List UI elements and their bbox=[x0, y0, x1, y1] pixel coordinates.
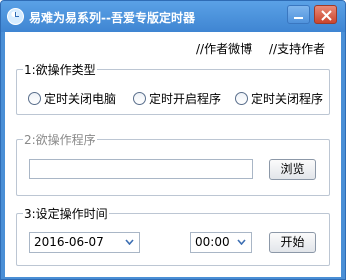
minimize-button[interactable] bbox=[287, 5, 310, 24]
client-area: //作者微博 //支持作者 1:欲操作类型 定时关闭电脑 定时开启程序 定时关闭… bbox=[5, 32, 341, 277]
program-legend: 2:欲操作程序 bbox=[23, 131, 97, 148]
browse-button[interactable]: 浏览 bbox=[269, 159, 316, 180]
chevron-down-icon bbox=[125, 239, 134, 245]
radio-shutdown-pc[interactable]: 定时关闭电脑 bbox=[28, 90, 116, 107]
close-icon bbox=[321, 10, 332, 21]
radio-close-program[interactable]: 定时关闭程序 bbox=[235, 90, 323, 107]
date-picker[interactable]: 2016-06-07 bbox=[29, 232, 140, 253]
schedule-legend: 3:设定操作时间 bbox=[23, 205, 109, 222]
start-button[interactable]: 开始 bbox=[269, 232, 316, 253]
clock-icon bbox=[7, 8, 24, 25]
schedule-group: 3:设定操作时间 2016-06-07 00:00 开始 bbox=[16, 205, 330, 266]
radio-circle[interactable] bbox=[28, 92, 41, 105]
program-path-input[interactable] bbox=[29, 159, 253, 179]
operation-type-legend: 1:欲操作类型 bbox=[23, 61, 97, 78]
radio-label: 定时关闭电脑 bbox=[44, 92, 117, 106]
title-bar[interactable]: 易难为易系列--吾爱专版定时器 bbox=[1, 1, 345, 32]
radio-circle[interactable] bbox=[133, 92, 146, 105]
radio-label: 定时开启程序 bbox=[149, 92, 222, 106]
window-title: 易难为易系列--吾爱专版定时器 bbox=[29, 11, 195, 25]
program-group: 2:欲操作程序 浏览 bbox=[16, 131, 330, 196]
close-button[interactable] bbox=[314, 5, 337, 24]
app-window: 易难为易系列--吾爱专版定时器 //作者微博 //支持作者 1:欲操作类型 定时… bbox=[0, 0, 346, 280]
radio-start-program[interactable]: 定时开启程序 bbox=[133, 90, 221, 107]
radio-circle[interactable] bbox=[235, 92, 248, 105]
author-weibo-link[interactable]: //作者微博 bbox=[196, 40, 252, 57]
time-value: 00:00 bbox=[195, 235, 230, 249]
time-picker[interactable]: 00:00 bbox=[190, 232, 252, 253]
radio-label: 定时关闭程序 bbox=[251, 92, 324, 106]
date-value: 2016-06-07 bbox=[34, 235, 104, 249]
support-author-link[interactable]: //支持作者 bbox=[269, 40, 325, 57]
operation-type-group: 1:欲操作类型 定时关闭电脑 定时开启程序 定时关闭程序 bbox=[16, 61, 330, 115]
chevron-down-icon bbox=[237, 239, 246, 245]
